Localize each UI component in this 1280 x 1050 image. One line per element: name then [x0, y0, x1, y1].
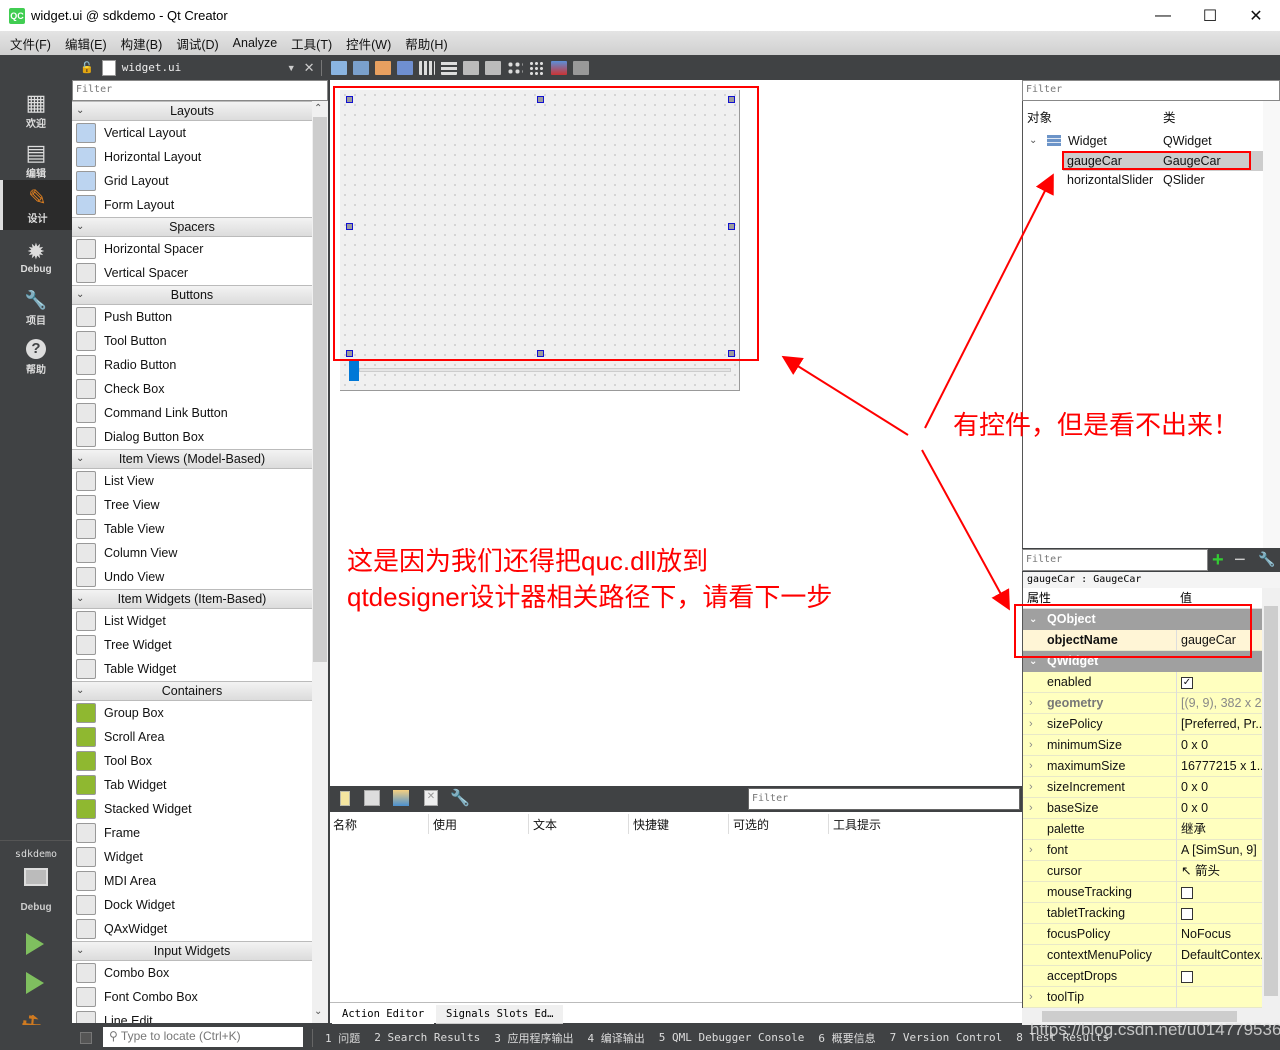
annotation-note-line2: qtdesigner设计器相关路径下，请看下一步 [347, 582, 833, 612]
arrow-to-gaugecar [924, 173, 1054, 429]
watermark: https://blog.csdn.net/u014779536 [1030, 1020, 1280, 1039]
annotation-arrows [781, 173, 1054, 611]
arrow-to-canvas [781, 355, 909, 436]
arrow-to-objectname [921, 449, 1010, 611]
annotation-note-right: 有控件，但是看不出来！ [953, 410, 1240, 440]
annotation-note-line1: 这是因为我们还得把quc.dll放到 [347, 546, 709, 576]
